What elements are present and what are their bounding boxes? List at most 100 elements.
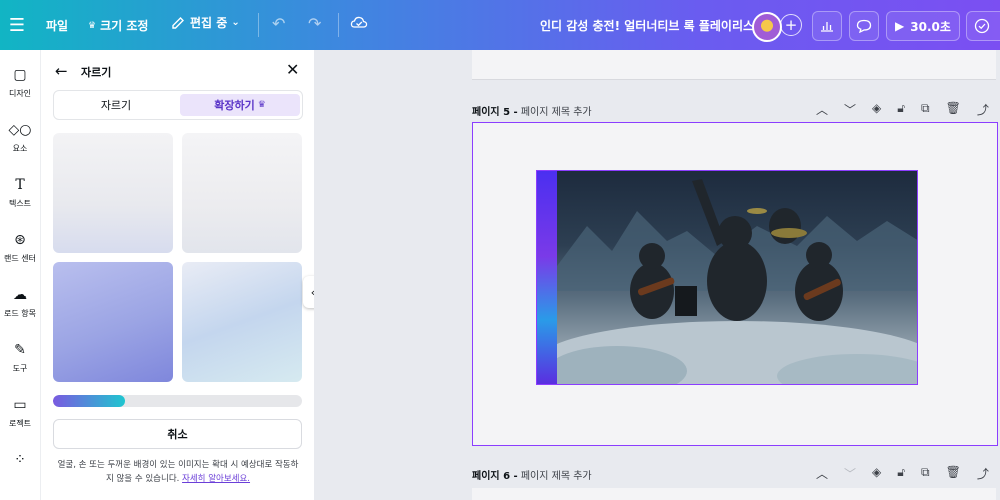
divider	[338, 13, 339, 37]
learn-more-link[interactable]: 자세히 알아보세요.	[182, 474, 250, 484]
crop-panel: ← 자르기 ✕ 자르기 확장하기 ♛ 취소 얼굴, 손 또는 두꺼운 배경이 있…	[40, 50, 314, 500]
apps-icon: ⁘	[14, 452, 26, 468]
back-arrow-icon[interactable]: ←	[55, 62, 68, 80]
gorilla-band-image[interactable]	[536, 170, 918, 385]
canvas-area: 페이지 5 - 페이지 제목 추가 ︿ ﹀ ◈ 🔓︎ ⧉ 🗑︎ ⤴ 페이지 6 …	[314, 50, 1000, 500]
tab-expand-label: 확장하기	[214, 99, 255, 112]
rail-label: 텍스트	[8, 199, 32, 208]
edit-mode-label: 편집 중	[190, 16, 228, 30]
rail-label: 디자인	[8, 89, 32, 98]
duplicate-icon[interactable]: ⧉	[921, 101, 930, 118]
duplicate-icon[interactable]: ⧉	[921, 465, 930, 482]
page-title: 페이지 제목 추가	[520, 471, 592, 482]
lock-icon[interactable]: 🔓︎	[897, 101, 905, 118]
comment-button[interactable]	[849, 11, 879, 41]
resize-label: 크기 조정	[100, 19, 149, 33]
add-page-icon[interactable]: ⤴	[977, 465, 989, 482]
rail-label: 로드 항목	[4, 309, 36, 318]
page-5[interactable]	[472, 122, 998, 446]
text-icon: T	[15, 177, 25, 193]
page-title: 페이지 제목 추가	[520, 107, 592, 118]
rail-item-projects[interactable]: ▭ 로젝트	[0, 396, 40, 429]
crown-icon: ♛	[88, 20, 97, 31]
crop-mode-tabs: 자르기 확장하기 ♛	[53, 90, 303, 120]
present-duration: 30.0초	[910, 19, 951, 34]
expand-warning-note: 얼굴, 손 또는 두꺼운 배경이 있는 이미지는 확대 시 예상대로 작동하지 …	[55, 458, 301, 486]
rail-item-elements[interactable]: ◇○ 요소	[0, 121, 40, 154]
comment-icon	[856, 19, 872, 33]
insights-button[interactable]	[812, 11, 842, 41]
rail-item-apps[interactable]: ⁘	[0, 451, 40, 473]
avatar[interactable]	[752, 12, 782, 42]
expand-preview-tile[interactable]	[182, 133, 302, 253]
edit-mode-button[interactable]: 편집 중 ⌄	[170, 14, 240, 31]
rail-item-brand[interactable]: ⊛ 랜드 센터	[0, 231, 40, 264]
rail-item-text[interactable]: T 텍스트	[0, 176, 40, 209]
page-5-toolbar: ︿ ﹀ ◈ 🔓︎ ⧉ 🗑︎ ⤴	[816, 101, 989, 118]
progress-fill	[53, 395, 126, 407]
close-icon[interactable]: ✕	[286, 60, 299, 79]
expanded-edge-strip	[537, 171, 557, 384]
chevron-down-icon[interactable]: ﹀	[844, 465, 856, 482]
tab-expand[interactable]: 확장하기 ♛	[180, 94, 300, 116]
rail-label: 요소	[12, 144, 28, 153]
hide-page-icon[interactable]: ◈	[872, 101, 881, 118]
chevron-down-icon[interactable]: ﹀	[844, 101, 856, 118]
expand-preview-tile[interactable]	[53, 262, 173, 382]
check-circle-icon	[974, 18, 990, 34]
rail-item-design[interactable]: ▢ 디자인	[0, 66, 40, 99]
previous-page[interactable]	[472, 50, 996, 80]
chevron-up-icon[interactable]: ︿	[816, 101, 828, 118]
folder-icon: ▭	[13, 397, 27, 413]
expand-preview-tile[interactable]	[53, 133, 173, 253]
page-number: 페이지 5 -	[472, 107, 518, 118]
note-text: 얼굴, 손 또는 두꺼운 배경이 있는 이미지는 확대 시 예상대로 작동하지 …	[57, 460, 299, 484]
page-6-toolbar: ︿ ﹀ ◈ 🔓︎ ⧉ 🗑︎ ⤴	[816, 465, 989, 482]
rail-item-tools[interactable]: ✎ 도구	[0, 341, 40, 374]
page-6[interactable]	[472, 488, 996, 500]
tab-crop[interactable]: 자르기	[54, 91, 178, 119]
cancel-button[interactable]: 취소	[53, 419, 302, 449]
rail-label: 랜드 센터	[4, 254, 36, 263]
rail-item-uploads[interactable]: ☁ 로드 항목	[0, 286, 40, 319]
crown-icon: ♛	[257, 100, 266, 110]
page-5-label[interactable]: 페이지 5 - 페이지 제목 추가	[472, 103, 592, 118]
image-scene	[538, 171, 917, 384]
left-rail: ▢ 디자인 ◇○ 요소 T 텍스트 ⊛ 랜드 센터 ☁ 로드 항목 ✎ 도구 ▭…	[0, 50, 40, 500]
menu-icon[interactable]: ☰	[4, 15, 30, 36]
scene-illustration	[538, 179, 917, 384]
add-collaborator-button[interactable]: +	[780, 14, 802, 36]
pencil-icon	[172, 16, 184, 29]
rail-label: 도구	[12, 364, 28, 373]
brand-icon: ⊛	[14, 232, 26, 248]
trash-icon[interactable]: 🗑︎	[946, 101, 961, 118]
progress-bar	[53, 395, 302, 407]
rail-label: 로젝트	[8, 419, 32, 428]
file-menu[interactable]: 파일	[46, 17, 68, 34]
page-6-label[interactable]: 페이지 6 - 페이지 제목 추가	[472, 467, 592, 482]
document-title[interactable]: 인디 감성 충전! 얼터너티브 록 플레이리스트	[540, 17, 765, 34]
tools-icon: ✎	[14, 342, 26, 358]
top-bar: ☰ 파일 ♛ 크기 조정 편집 중 ⌄ ↶ ↷ 인디 감성 충전! 얼터너티브 …	[0, 0, 1000, 50]
elements-icon: ◇○	[8, 122, 32, 138]
cloud-save-icon[interactable]	[350, 14, 368, 34]
add-page-icon[interactable]: ⤴	[977, 101, 989, 118]
bar-chart-icon	[821, 22, 833, 32]
hide-page-icon[interactable]: ◈	[872, 465, 881, 482]
trash-icon[interactable]: 🗑︎	[946, 465, 961, 482]
chevron-up-icon[interactable]: ︿	[816, 465, 828, 482]
expand-preview-tile[interactable]	[182, 262, 302, 382]
play-icon: ▶	[895, 19, 905, 33]
divider	[258, 13, 259, 37]
plus-icon: +	[784, 16, 798, 34]
share-button[interactable]	[966, 11, 1000, 41]
undo-icon[interactable]: ↶	[272, 14, 285, 33]
lock-icon[interactable]: 🔓︎	[897, 465, 905, 482]
panel-title: 자르기	[81, 66, 112, 79]
present-button[interactable]: ▶ 30.0초	[886, 11, 960, 41]
upload-icon: ☁	[13, 287, 27, 303]
resize-button[interactable]: ♛ 크기 조정	[88, 17, 148, 34]
redo-icon[interactable]: ↷	[308, 14, 321, 33]
page-number: 페이지 6 -	[472, 471, 518, 482]
design-icon: ▢	[13, 67, 27, 83]
